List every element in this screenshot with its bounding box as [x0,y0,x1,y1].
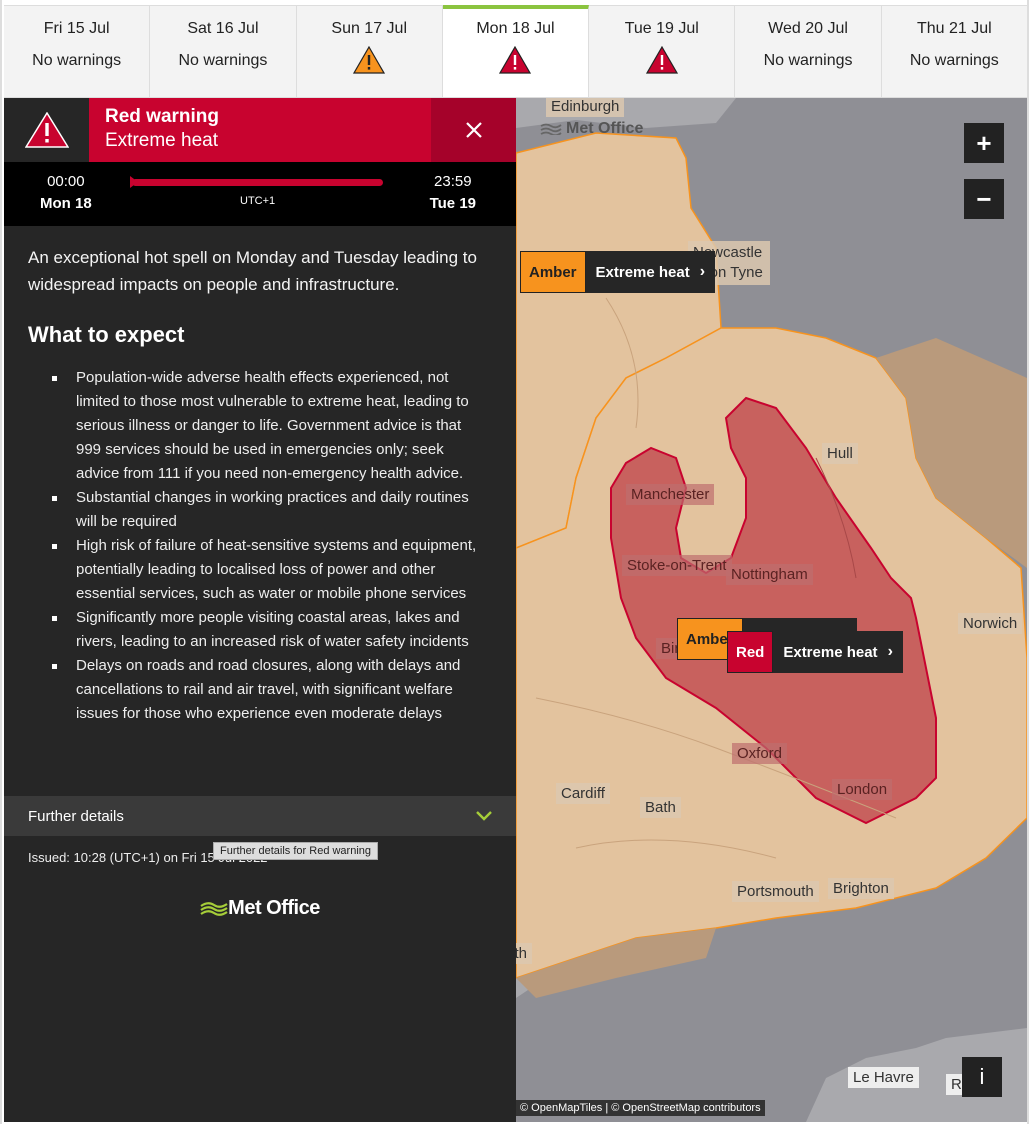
city-label: Birmingham [656,638,678,659]
chip-level: Amber [520,251,586,293]
chevron-down-icon [476,811,492,821]
city-label: Plymouth [516,943,532,964]
warning-intro: An exceptional hot spell on Monday and T… [28,248,477,294]
met-office-map-brand: Met Office [540,120,643,138]
expect-item: Substantial changes in working practices… [28,486,480,534]
expect-list: Population-wide adverse health effects e… [28,366,480,726]
city-label: Bath [640,797,681,818]
timezone-label: UTC+1 [240,195,276,207]
start-time: 00:00 [47,173,85,190]
met-office-logo: Met Office [4,897,516,920]
map-attribution[interactable]: © OpenMapTiles | © OpenStreetMap contrib… [516,1100,765,1116]
red-warning-icon [443,45,588,76]
red-warning-icon [4,98,89,162]
red-warning-icon [589,45,734,76]
day-date: Wed 20 Jul [768,20,848,37]
city-label: Norwich [958,613,1023,634]
expect-item: Significantly more people visiting coast… [28,606,480,654]
city-label: Manchester [626,484,715,505]
chip-type-label: Extreme heat [783,643,878,661]
day-tab-mon[interactable]: Mon 18 Jul [442,5,590,97]
warning-chip-red[interactable]: Red Extreme heat › [727,631,903,673]
day-date: Fri 15 Jul [43,20,110,37]
warning-content: An exceptional hot spell on Monday and T… [4,226,516,796]
day-status: No warnings [909,52,999,69]
warning-titles: Red warning Extreme heat [89,98,431,162]
day-date: Sat 16 Jul [187,20,259,37]
city-label: Hull [822,443,858,464]
warning-panel: Red warning Extreme heat 00:00 Mon 18 UT… [4,98,516,1122]
city-label: Portsmouth [732,881,819,902]
zoom-in-button[interactable]: + [964,123,1004,163]
warning-level: Red warning [105,106,220,127]
day-date: Mon 18 Jul [476,20,555,37]
amber-warning-icon [297,45,442,76]
end-day: Tue 19 [429,195,476,212]
city-label: Nottingham [726,564,813,585]
further-details-toggle[interactable]: Further details [4,796,516,836]
validity-end: 23:59 Tue 19 [430,173,476,212]
city-label: Oxford [732,743,788,764]
timeline-bar [132,179,383,186]
day-date: Tue 19 Jul [624,20,699,37]
validity-start: 00:00 Mon 18 [40,173,92,212]
met-office-logo-icon [540,123,562,135]
expect-item: Population-wide adverse health effects e… [28,366,480,486]
what-to-expect-heading: What to expect [28,322,185,347]
issued-info: Issued: 10:28 (UTC+1) on Fri 15 Jul 2022… [4,836,516,879]
tooltip: Further details for Red warning [213,842,379,860]
validity-timeline: 00:00 Mon 18 UTC+1 23:59 Tue 19 [4,162,516,226]
city-label: Stoke-on-Trent [622,555,732,576]
chip-type-label: Extreme heat [595,263,690,281]
chevron-right-icon: › [887,643,893,660]
city-label: Brighton [828,878,894,899]
map-brand-text: Met Office [566,120,644,137]
warning-map[interactable]: + − Edinburgh Met Office Newcastle upon … [516,98,1027,1122]
day-tab-sun[interactable]: Sun 17 Jul [297,6,443,97]
city-label: Le Havre [848,1067,919,1088]
day-tab-thu[interactable]: Thu 21 Jul No warnings [882,6,1027,97]
zoom-out-button[interactable]: − [964,179,1004,219]
warning-chip-amber[interactable]: Amber Extreme heat › [520,251,716,293]
day-tab-fri[interactable]: Fri 15 Jul No warnings [4,6,151,97]
day-status: No warnings [32,52,122,69]
chip-type: Extreme heat › [773,631,903,673]
day-tab-tue[interactable]: Tue 19 Jul [589,6,736,97]
day-tab-wed[interactable]: Wed 20 Jul No warnings [735,6,882,97]
day-status: No warnings [178,52,268,69]
day-date: Sun 17 Jul [331,20,407,37]
end-time: 23:59 [434,173,472,190]
warning-header: Red warning Extreme heat [4,98,516,162]
chip-type: Extreme heat › [585,251,716,293]
chevron-right-icon: › [699,263,706,280]
city-label: Edinburgh [546,98,625,117]
close-button[interactable] [431,98,516,162]
day-tabs: Fri 15 Jul No warnings Sat 16 Jul No war… [4,5,1027,98]
city-label: London [832,779,893,800]
city-label: Cardiff [556,783,610,804]
day-tab-sat[interactable]: Sat 16 Jul No warnings [150,6,297,97]
app-root: Fri 15 Jul No warnings Sat 16 Jul No war… [0,0,1029,1124]
day-status: No warnings [763,52,853,69]
met-office-logo-icon [200,901,228,916]
expect-item: High risk of failure of heat-sensitive s… [28,534,480,606]
info-button[interactable]: i [962,1057,1002,1097]
day-date: Thu 21 Jul [916,20,992,37]
further-details-label: Further details [28,807,124,825]
logo-text: Met Office [228,897,320,919]
warning-type: Extreme heat [105,130,218,151]
start-day: Mon 18 [40,195,92,212]
close-icon [465,122,482,138]
chip-level: Red [727,631,774,673]
expect-item: Delays on roads and road closures, along… [28,654,480,726]
